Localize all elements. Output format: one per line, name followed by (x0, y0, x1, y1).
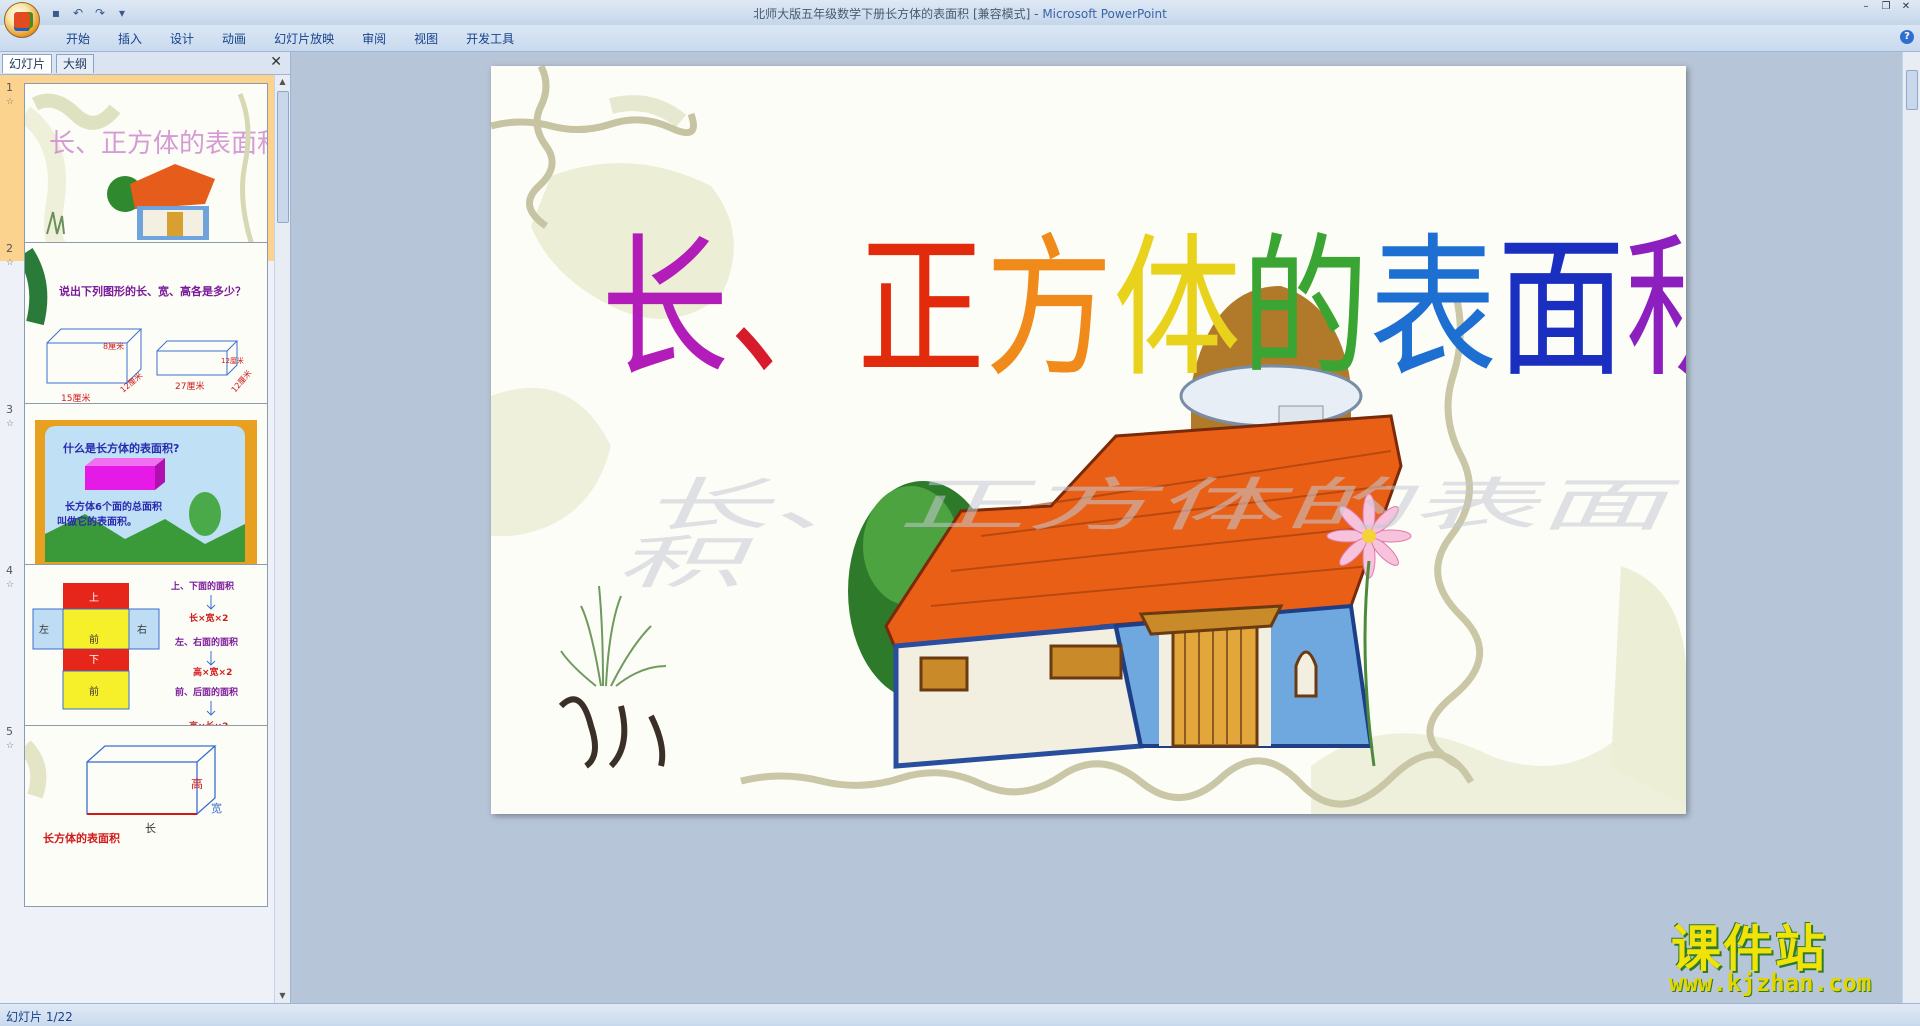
thumbnail-length-2: 27厘米 (175, 380, 204, 392)
thumbnail-scrollbar[interactable]: ▲ ▼ (274, 75, 290, 1003)
slide-thumbnail-1[interactable]: 1 ☆ 长、正方体的表面积 (0, 75, 274, 267)
thumbnail-number: 5 (6, 725, 13, 738)
thumbnail-answer-2: 叫做它的表面积。 (57, 515, 137, 528)
window-title: 北师大版五年级数学下册长方体的表面积 [兼容模式] - Microsoft Po… (0, 5, 1920, 22)
minimize-icon[interactable]: – (1856, 0, 1876, 16)
tab-developer[interactable]: 开发工具 (452, 30, 528, 48)
net-back-label: 前 (89, 685, 99, 698)
animation-star-icon: ☆ (6, 419, 15, 429)
thumbnail-number: 3 (6, 403, 13, 416)
slide-title[interactable]: 长 、 正 方 体 的 表 面 积 (601, 233, 1686, 387)
window-title-app: Microsoft PowerPoint (1042, 7, 1167, 21)
thumbnail-image: 高 宽 长 长方体的表面积 (24, 725, 268, 907)
title-char-8: 面 (1497, 220, 1626, 399)
close-pane-icon[interactable]: ✕ (270, 54, 282, 70)
window-controls: – ❐ ✕ (1856, 0, 1916, 16)
net-left-label: 左 (39, 623, 49, 636)
thumbnail-question: 说出下列图形的长、宽、高各是多少？ (59, 284, 246, 298)
title-char-4: 方 (985, 220, 1114, 399)
slide-counter: 幻灯片 1/22 (6, 1010, 73, 1024)
tab-slideshow[interactable]: 幻灯片放映 (260, 30, 348, 48)
title-char-2: 、 (729, 220, 858, 399)
net-top-label: 上 (89, 592, 99, 604)
ribbon-tabs-bar: 开始 插入 设计 动画 幻灯片放映 审阅 视图 开发工具 ? (0, 25, 1920, 52)
thumbnail-number: 4 (6, 564, 13, 577)
tab-design[interactable]: 设计 (156, 30, 208, 48)
thumbnail-width-label: 宽 (211, 801, 222, 815)
slide-thumbnail-5[interactable]: 5 ☆ 高 宽 长 长方体的表面积 (0, 719, 274, 907)
slide-background-art (491, 66, 1686, 814)
thumbnail-number: 2 (6, 242, 13, 255)
formula-2: 高×宽×2 (193, 666, 232, 678)
tab-slides[interactable]: 幻灯片 (2, 54, 53, 73)
tab-home[interactable]: 开始 (52, 30, 104, 48)
slide-thumbnail-2[interactable]: 2 ☆ 说出下列图形的长、宽、高各是多少？ 15厘米 8厘米 12厘米 27厘米… (0, 236, 274, 424)
close-icon[interactable]: ✕ (1896, 0, 1916, 16)
title-char-9: 积 (1625, 233, 1686, 387)
scroll-thumb[interactable] (277, 91, 289, 223)
scroll-thumb[interactable] (1906, 70, 1918, 110)
title-bar: ▪ ↶ ↷ ▾ 北师大版五年级数学下册长方体的表面积 [兼容模式] - Micr… (0, 0, 1920, 38)
help-icon[interactable]: ? (1900, 30, 1914, 44)
animation-star-icon: ☆ (6, 580, 15, 590)
thumbnail-caption: 长方体的表面积 (43, 831, 120, 845)
animation-star-icon: ☆ (6, 258, 15, 268)
title-shadow: 长、正方体的表面积 (608, 471, 1686, 597)
slides-pane: 幻灯片 大纲 ✕ 1 ☆ 长、正方体的表面积 2 ☆ 说出下列图形的长、宽、高各… (0, 52, 291, 1003)
scroll-up-icon[interactable]: ▲ (275, 75, 290, 89)
title-char-5: 体 (1113, 220, 1242, 399)
pane-tabs: 幻灯片 大纲 ✕ (0, 52, 290, 75)
office-button[interactable] (4, 2, 40, 38)
office-logo-icon (14, 12, 30, 28)
animation-star-icon: ☆ (6, 97, 15, 107)
formula-label-2: 左、右面的面积 (174, 636, 238, 648)
net-right-label: 右 (137, 623, 147, 636)
formula-label-3: 前、后面的面积 (175, 686, 238, 698)
status-bar: 幻灯片 1/22 (0, 1003, 1920, 1026)
thumbnail-height-2: 12厘米 (221, 356, 244, 365)
restore-icon[interactable]: ❐ (1876, 0, 1896, 16)
slide-thumbnail-4[interactable]: 4 ☆ 上 左 右 前 下 前 上、下面的面积 长×宽×2 左、右面的面积 高×… (0, 558, 274, 746)
thumbnail-number: 1 (6, 81, 13, 94)
thumbnail-question: 什么是长方体的表面积? (63, 441, 179, 455)
slide-editing-area: 长、正方体的表面积 长 、 正 方 体 的 表 面 积 (291, 52, 1903, 1003)
tab-view[interactable]: 视图 (400, 30, 452, 48)
title-char-1: 长 (601, 220, 730, 399)
window-title-doc: 北师大版五年级数学下册长方体的表面积 [兼容模式] - (753, 7, 1043, 21)
thumbnail-height-1: 8厘米 (103, 341, 124, 351)
thumbnail-length-label: 长 (145, 822, 156, 835)
title-char-6: 的 (1241, 220, 1370, 399)
thumbnail-height-label: 高 (191, 776, 203, 791)
thumbnail-title: 长、正方体的表面积 (49, 129, 267, 159)
net-bottom-label: 下 (89, 655, 99, 666)
watermark-url: www.kjzhan.com (1669, 969, 1872, 997)
net-front-label: 前 (89, 633, 99, 646)
current-slide[interactable]: 长、正方体的表面积 长 、 正 方 体 的 表 面 积 (491, 66, 1686, 814)
thumbnail-list: 1 ☆ 长、正方体的表面积 2 ☆ 说出下列图形的长、宽、高各是多少？ 15厘米… (0, 75, 274, 1003)
title-char-3: 正 (857, 220, 986, 399)
tab-animations[interactable]: 动画 (208, 30, 260, 48)
tab-insert[interactable]: 插入 (104, 30, 156, 48)
title-char-7: 表 (1369, 220, 1498, 399)
thumbnail-answer-1: 长方体6个面的总面积 (65, 500, 162, 513)
tab-outline[interactable]: 大纲 (56, 54, 95, 73)
formula-1: 长×宽×2 (189, 612, 228, 624)
slide-vertical-scrollbar[interactable] (1902, 52, 1920, 1003)
formula-label-1: 上、下面的面积 (171, 580, 234, 592)
tab-review[interactable]: 审阅 (348, 30, 400, 48)
animation-star-icon: ☆ (6, 741, 15, 751)
scroll-down-icon[interactable]: ▼ (275, 989, 290, 1003)
slide-thumbnail-3[interactable]: 3 ☆ 什么是长方体的表面积? 长方体6个面的总面积 叫做它的表面积。 (0, 397, 274, 585)
watermark-logo: 课件站 www.kjzhan.com (1665, 905, 1905, 1005)
